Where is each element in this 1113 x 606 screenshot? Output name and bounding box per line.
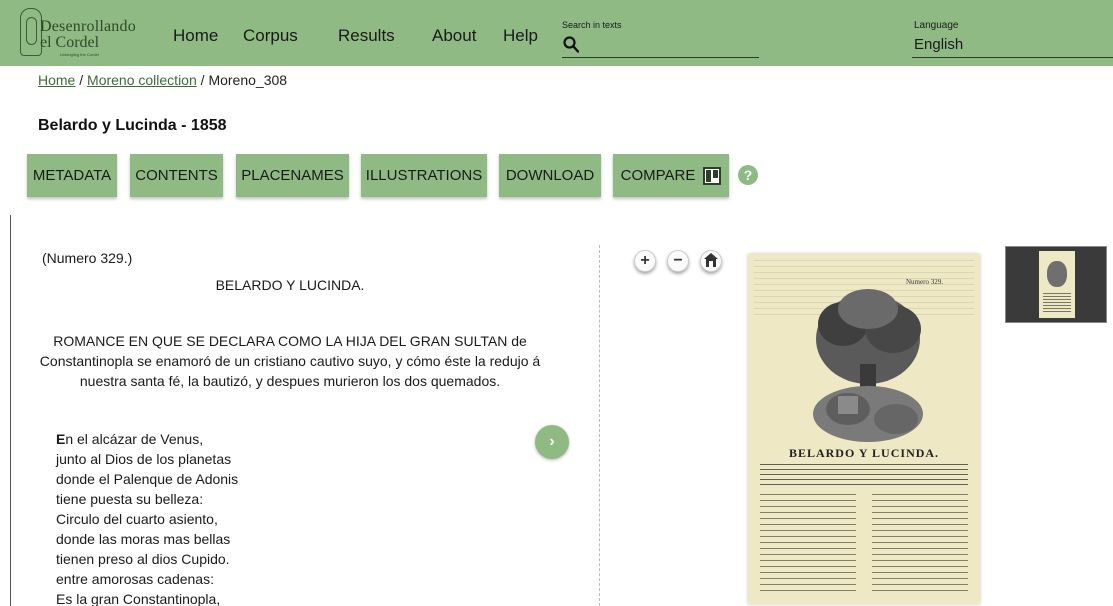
language-underline — [912, 57, 1113, 58]
nav-help[interactable]: Help — [503, 26, 538, 46]
search-icon[interactable] — [563, 36, 579, 54]
zoom-in-button[interactable]: + — [634, 250, 656, 272]
zoom-out-button[interactable]: − — [667, 250, 689, 272]
home-view-button[interactable] — [700, 250, 722, 272]
verse-list: En el alcázar de Venus, junto al Dios de… — [56, 429, 238, 606]
nav-about[interactable]: About — [432, 26, 476, 46]
page-title: Belardo y Lucinda - 1858 — [38, 117, 227, 134]
tab-metadata[interactable]: METADATA — [27, 154, 117, 197]
logo-mark-icon — [20, 8, 42, 56]
text-romance: ROMANCE EN QUE SE DECLARA COMO LA HIJA D… — [39, 333, 541, 389]
initial-letter: E — [56, 431, 66, 447]
scanned-page-image[interactable]: Numero 329. BELARDO Y LUCINDA. — [748, 254, 980, 604]
breadcrumb-home-link[interactable]: Home — [38, 72, 75, 88]
thumbnail-page — [1039, 251, 1075, 318]
nav-home[interactable]: Home — [173, 26, 218, 46]
panel-divider — [599, 245, 600, 606]
tab-contents[interactable]: CONTENTS — [130, 154, 223, 197]
breadcrumb-separator: / — [75, 72, 88, 88]
text-number: (Numero 329.) — [42, 250, 133, 266]
help-icon[interactable]: ? — [738, 165, 758, 185]
breadcrumb-separator: / — [196, 72, 209, 88]
breadcrumb: Home / Moreno collection / Moreno_308 — [38, 72, 287, 88]
logo-tagline: Untangling the Cordel — [60, 52, 99, 57]
transcription-panel: (Numero 329.) BELARDO Y LUCINDA. ROMANCE… — [30, 240, 590, 606]
site-logo[interactable]: Desenrollando el Cordel Untangling the C… — [20, 6, 160, 60]
tab-placenames[interactable]: PLACENAMES — [236, 154, 349, 197]
verse-line: junto al Dios de los planetas — [56, 451, 232, 467]
scan-subtitle-lines — [760, 464, 968, 488]
next-page-button[interactable]: › — [535, 425, 569, 459]
text-heading: BELARDO Y LUCINDA. — [215, 277, 365, 293]
nav-results[interactable]: Results — [338, 26, 395, 46]
scan-text-columns — [760, 494, 968, 594]
scan-column — [760, 494, 856, 594]
verse-line: tienen preso al dios Cupido. — [56, 551, 230, 567]
verse-line: Es la gran Constantinopla, — [56, 591, 221, 606]
scan-column — [872, 494, 968, 594]
language-select[interactable]: English — [914, 36, 963, 53]
verse-line: donde las moras mas bellas — [56, 531, 231, 547]
page-thumbnail[interactable] — [1005, 246, 1107, 323]
home-icon — [704, 252, 718, 267]
tab-compare-label: COMPARE — [620, 167, 696, 184]
tab-metadata-label: METADATA — [32, 167, 112, 184]
tab-contents-label: CONTENTS — [135, 167, 218, 184]
search-input[interactable] — [562, 57, 759, 58]
tab-compare[interactable]: COMPARE — [613, 154, 729, 197]
verse-line: entre amorosas cadenas: — [56, 571, 214, 587]
breadcrumb-current: Moreno_308 — [208, 72, 288, 88]
scan-title: BELARDO Y LUCINDA. — [788, 446, 940, 460]
verse-line: donde el Palenque de Adonis — [56, 471, 239, 487]
nav-corpus[interactable]: Corpus — [243, 26, 298, 46]
tab-illustrations[interactable]: ILLUSTRATIONS — [361, 154, 487, 197]
verse-line: Circulo del cuarto asiento, — [56, 511, 218, 527]
search-label: Search in texts — [562, 20, 622, 30]
verse-line: En el alcázar de Venus, — [56, 431, 204, 447]
verse-line: tiene puesta su belleza: — [56, 491, 204, 507]
compare-icon — [703, 166, 722, 185]
woodcut-illustration — [813, 289, 923, 442]
left-divider — [10, 215, 11, 606]
tab-illustrations-label: ILLUSTRATIONS — [365, 167, 483, 184]
tab-placenames-label: PLACENAMES — [241, 167, 344, 184]
top-header: Desenrollando el Cordel Untangling the C… — [0, 0, 1113, 66]
tab-download-label: DOWNLOAD — [505, 167, 595, 184]
language-label: Language — [914, 20, 959, 31]
breadcrumb-collection-link[interactable]: Moreno collection — [87, 72, 197, 88]
logo-line-2: el Cordel — [40, 34, 100, 51]
tab-download[interactable]: DOWNLOAD — [499, 154, 601, 197]
